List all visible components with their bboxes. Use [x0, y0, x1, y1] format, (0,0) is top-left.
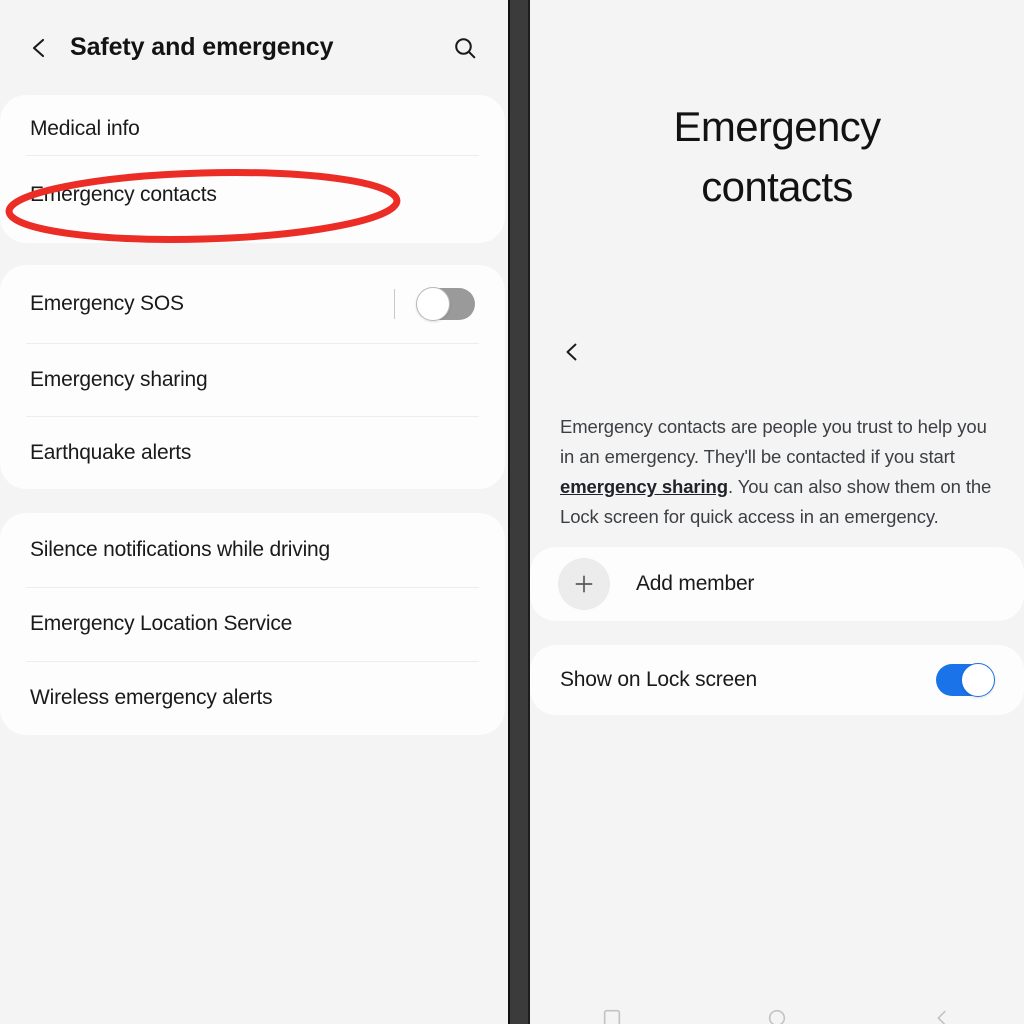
show-on-lock-screen-label: Show on Lock screen: [560, 668, 757, 691]
emergency-contacts-panel: Emergency contacts Emergency contacts ar…: [530, 0, 1024, 1024]
list-item-label: Emergency sharing: [30, 367, 208, 391]
list-item-medical-info[interactable]: Medical info: [0, 95, 505, 155]
page-title: Safety and emergency: [70, 33, 334, 61]
settings-group-medical: Medical info Emergency contacts: [0, 95, 505, 243]
home-icon[interactable]: [751, 998, 803, 1024]
nav-back-icon[interactable]: [916, 998, 968, 1024]
back-arrow-icon[interactable]: [26, 35, 52, 61]
list-item-label: Wireless emergency alerts: [30, 686, 273, 709]
add-member-label: Add member: [636, 572, 755, 595]
list-item-emergency-sos[interactable]: Emergency SOS: [0, 265, 505, 343]
emergency-sharing-link[interactable]: emergency sharing: [560, 476, 728, 497]
list-item-label: Emergency SOS: [30, 292, 184, 315]
app-header: Safety and emergency: [0, 0, 508, 95]
list-item-label: Earthquake alerts: [30, 440, 192, 464]
settings-list-panel: Safety and emergency Medical info Emerge…: [0, 0, 508, 1024]
list-item-label: Emergency Location Service: [30, 612, 293, 635]
toggle-separator: [394, 289, 395, 319]
switch-knob: [416, 287, 450, 321]
list-item-label: Silence notifications while driving: [30, 538, 330, 561]
search-icon[interactable]: [448, 31, 482, 65]
list-item-earthquake-alerts[interactable]: Earthquake alerts: [0, 416, 505, 489]
system-navigation-bar: [530, 990, 1024, 1024]
add-member-row[interactable]: Add member: [530, 547, 1024, 621]
lock-screen-card: Show on Lock screen: [530, 645, 1024, 715]
lock-screen-toggle-wrap: [936, 663, 995, 697]
panel-divider: [508, 0, 530, 1024]
detail-page-title: Emergency contacts: [530, 97, 1024, 216]
description-part-1: Emergency contacts are people you trust …: [560, 416, 987, 467]
list-item-emergency-location-service[interactable]: Emergency Location Service: [0, 587, 505, 661]
settings-group-emergency: Emergency SOS Emergency sharing Earthqua…: [0, 265, 505, 489]
settings-group-other: Silence notifications while driving Emer…: [0, 513, 505, 735]
detail-page-title-line2: contacts: [701, 162, 853, 210]
recents-icon[interactable]: [586, 998, 638, 1024]
emergency-sos-toggle-wrap: [394, 287, 475, 321]
list-item-wireless-emergency-alerts[interactable]: Wireless emergency alerts: [0, 661, 505, 735]
list-item-label: Emergency contacts: [30, 183, 217, 206]
list-item-emergency-sharing[interactable]: Emergency sharing: [0, 343, 505, 416]
list-item-emergency-contacts[interactable]: Emergency contacts: [0, 155, 505, 235]
description-text: Emergency contacts are people you trust …: [560, 412, 1000, 532]
list-item-silence-notifications[interactable]: Silence notifications while driving: [0, 513, 505, 587]
add-member-card: Add member: [530, 547, 1024, 621]
emergency-sos-switch[interactable]: [416, 287, 475, 321]
screenshot-root: Safety and emergency Medical info Emerge…: [0, 0, 1024, 1024]
plus-icon: [558, 558, 610, 610]
show-on-lock-screen-row[interactable]: Show on Lock screen: [530, 645, 1024, 715]
list-item-label: Medical info: [30, 117, 140, 140]
show-on-lock-screen-switch[interactable]: [936, 663, 995, 697]
switch-knob: [961, 663, 995, 697]
detail-page-title-line1: Emergency: [673, 103, 881, 150]
back-arrow-icon[interactable]: [552, 332, 592, 372]
